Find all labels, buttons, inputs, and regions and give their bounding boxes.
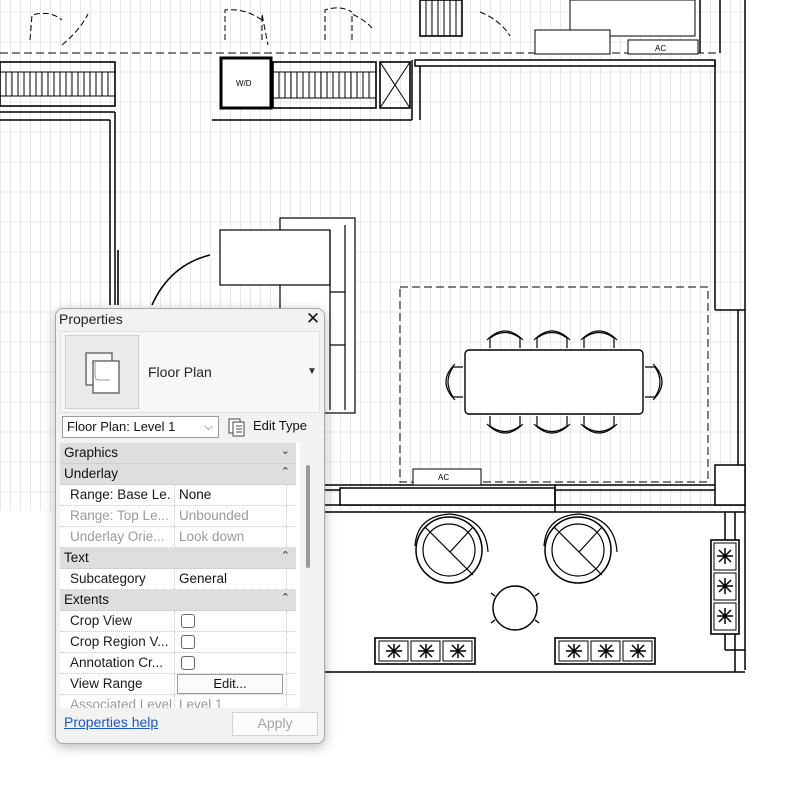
row-crop-region-visible[interactable]: Crop Region V...: [60, 632, 296, 653]
crop-view-name: Crop View: [70, 613, 133, 628]
properties-help-link[interactable]: Properties help: [64, 714, 158, 730]
close-icon[interactable]: ✕: [304, 309, 322, 329]
collapse-icon[interactable]: ⌃: [281, 549, 290, 562]
group-graphics-label: Graphics: [64, 445, 119, 460]
row-underlay-orientation: Underlay Orie... Look down: [60, 527, 296, 548]
planter-boxes: [374, 539, 740, 665]
floor-plan-icon: [65, 335, 139, 409]
instance-selector-label: Floor Plan: Level 1: [67, 419, 176, 434]
group-text[interactable]: Text ⌃: [60, 548, 296, 569]
collapse-icon[interactable]: ⌃: [281, 465, 290, 478]
expand-icon[interactable]: ⌄: [281, 444, 290, 457]
washer-dryer-label: W/D: [236, 79, 252, 88]
properties-scrollbar[interactable]: [306, 465, 310, 568]
group-extents[interactable]: Extents ⌃: [60, 590, 296, 611]
range-top-name: Range: Top Le...: [70, 508, 169, 523]
ac-label-dining: AC: [438, 473, 449, 482]
edit-type-button[interactable]: Edit Type: [226, 416, 318, 438]
lounge-chairs: [414, 513, 618, 584]
associated-level-name: Associated Level: [70, 697, 172, 708]
group-underlay[interactable]: Underlay ⌃: [60, 464, 296, 485]
apply-button[interactable]: Apply: [232, 712, 318, 736]
properties-palette: Properties ✕ Floor Plan ▼ Floor Plan: Le…: [55, 308, 325, 744]
crop-region-checkbox[interactable]: [181, 635, 195, 649]
row-crop-view[interactable]: Crop View: [60, 611, 296, 632]
side-table: [490, 585, 540, 631]
crop-region-name: Crop Region V...: [70, 634, 169, 649]
associated-level-value: Level 1: [174, 695, 289, 708]
underlay-orientation-value: Look down: [174, 527, 289, 547]
group-extents-label: Extents: [64, 592, 110, 607]
row-associated-level: Associated Level Level 1: [60, 695, 296, 708]
crop-view-checkbox[interactable]: [181, 614, 195, 628]
row-range-top: Range: Top Le... Unbounded: [60, 506, 296, 527]
group-underlay-label: Underlay: [64, 466, 119, 481]
annotation-crop-name: Annotation Cr...: [70, 655, 164, 670]
instance-selector-dropdown[interactable]: Floor Plan: Level 1 ⌵: [62, 416, 219, 438]
underlay-orientation-name: Underlay Orie...: [70, 529, 165, 544]
range-base-value[interactable]: None: [174, 485, 289, 505]
type-selector[interactable]: Floor Plan ▼: [60, 331, 320, 413]
view-range-edit-button[interactable]: Edit...: [177, 674, 283, 694]
subcategory-name: Subcategory: [70, 571, 146, 586]
row-view-range[interactable]: View Range Edit...: [60, 674, 296, 695]
range-top-value: Unbounded: [174, 506, 289, 526]
type-name: Floor Plan: [148, 364, 212, 380]
ac-label-top: AC: [655, 44, 666, 53]
properties-grid: Graphics ⌄ Underlay ⌃ Range: Base Le... …: [60, 443, 300, 708]
subcategory-value[interactable]: General: [174, 569, 289, 589]
collapse-icon[interactable]: ⌃: [281, 591, 290, 604]
row-subcategory[interactable]: Subcategory General: [60, 569, 296, 590]
edit-type-label: Edit Type: [253, 418, 307, 433]
range-base-name: Range: Base Le...: [70, 487, 172, 502]
view-range-name: View Range: [70, 676, 143, 691]
dining-table: [464, 349, 644, 415]
group-text-label: Text: [64, 550, 89, 565]
annotation-crop-checkbox[interactable]: [181, 656, 195, 670]
row-range-base[interactable]: Range: Base Le... None: [60, 485, 296, 506]
edit-type-icon: [228, 418, 245, 437]
chevron-down-icon: ⌵: [204, 421, 213, 433]
palette-title: Properties: [59, 311, 123, 327]
row-annotation-crop[interactable]: Annotation Cr...: [60, 653, 296, 674]
group-graphics[interactable]: Graphics ⌄: [60, 443, 296, 464]
type-dropdown-icon[interactable]: ▼: [307, 366, 317, 377]
